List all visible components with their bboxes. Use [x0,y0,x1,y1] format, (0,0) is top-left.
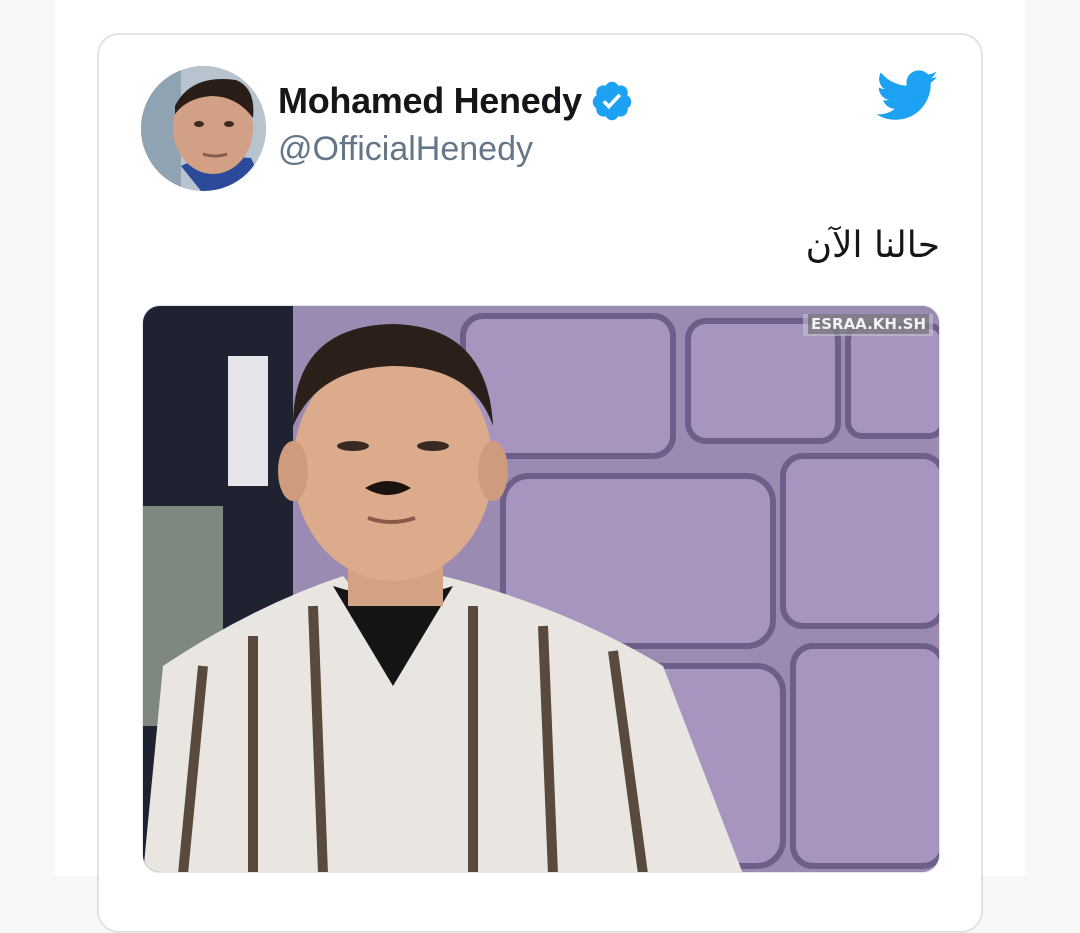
author-handle[interactable]: @OfficialHenedy [278,130,533,169]
media-watermark: ESRAA.KH.SH [807,314,929,334]
tweet-text: حالنا الآن [805,225,940,266]
avatar[interactable] [141,66,266,191]
author-name[interactable]: Mohamed Henedy [278,80,582,122]
tweet-media-image[interactable]: ESRAA.KH.SH [142,305,940,873]
twitter-bird-icon[interactable] [876,70,939,122]
author-row: Mohamed Henedy [278,78,634,124]
verified-badge-icon [590,79,634,123]
